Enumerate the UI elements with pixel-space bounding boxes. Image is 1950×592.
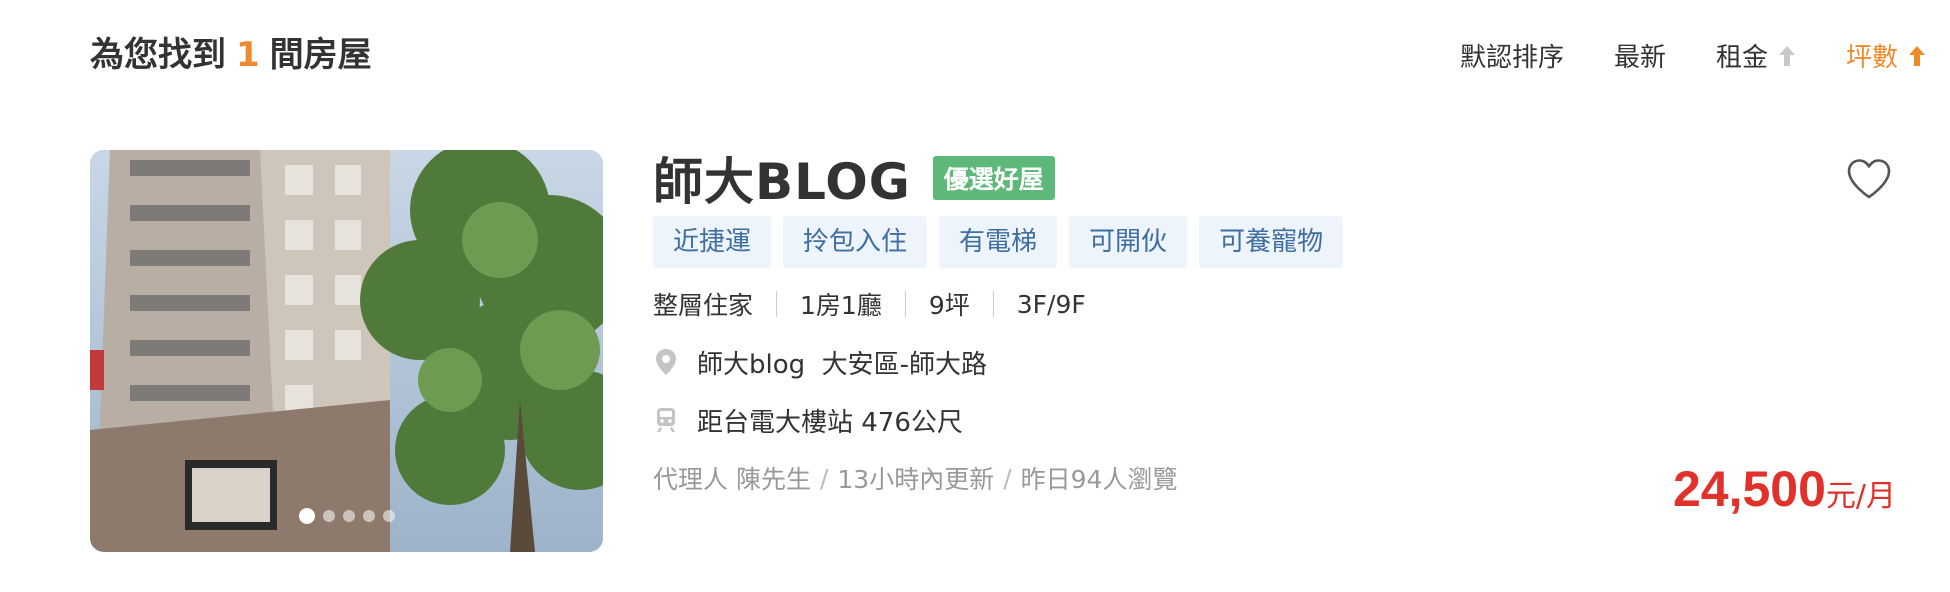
sort-area[interactable]: 坪數 [1846,37,1926,74]
sort-rent-label: 租金 [1715,42,1768,73]
sort-bar: 默認排序 最新 租金 坪數 [1460,30,1926,80]
location-text: 師大blog 大安區-師大路 [697,349,988,380]
listing-title[interactable]: 師大BLOG [653,142,911,214]
results-header: 為您找到 1 間房屋 默認排序 最新 租金 坪數 [90,30,1926,80]
price-value: 24,500 [1672,461,1826,517]
photo-dot[interactable] [342,510,355,522]
sort-area-label: 坪數 [1845,42,1898,73]
photo-dot[interactable] [362,510,375,522]
result-prefix: 為您找到 [90,35,226,75]
price-unit: 元/月 [1825,479,1896,514]
location-pin-icon [653,347,679,377]
views-text: 昨日94人瀏覽 [1020,465,1178,494]
arrow-up-icon [1778,44,1796,66]
photo-dot[interactable] [298,508,315,524]
photo-dot[interactable] [382,510,395,522]
listing-specs: 整層住家 1房1廳 9坪 3F/9F [653,286,1853,322]
result-count: 1 [236,35,260,75]
agent-text: 代理人 陳先生 [653,465,811,494]
meta-divider: / [1003,463,1012,493]
feature-tag: 近捷運 [653,216,772,268]
sort-newest[interactable]: 最新 [1614,37,1666,74]
photo-pagination [90,508,603,524]
spec-floor: 3F/9F [1016,289,1086,319]
sort-default[interactable]: 默認排序 [1460,37,1564,74]
listing-info: 師大BLOG 優選好屋 近捷運 拎包入住 有電梯 可開伙 可養寵物 整層住家 1… [653,150,1853,496]
spec-type: 整層住家 [653,291,754,320]
arrow-up-icon [1908,44,1926,66]
train-icon [653,405,679,435]
listing-location: 師大blog 大安區-師大路 [653,344,1853,380]
spec-area: 9坪 [928,291,970,320]
meta-divider: / [819,463,829,493]
feature-tags: 近捷運 拎包入住 有電梯 可開伙 可養寵物 [653,216,1853,268]
listing-price: 24,500元/月 [1673,460,1896,518]
transit-text: 距台電大樓站 476公尺 [697,407,963,438]
listing-transit: 距台電大樓站 476公尺 [653,402,1853,438]
feature-tag: 有電梯 [939,216,1058,268]
feature-tag: 可養寵物 [1199,216,1344,268]
sort-newest-label: 最新 [1613,42,1666,73]
result-suffix: 間房屋 [269,35,372,75]
heart-outline-icon[interactable] [1846,158,1892,200]
update-text: 13小時內更新 [837,465,995,494]
result-count-title: 為您找到 1 間房屋 [90,30,372,80]
sort-default-label: 默認排序 [1459,42,1564,73]
spec-divider [992,291,994,317]
sort-rent[interactable]: 租金 [1716,37,1796,74]
feature-tag: 可開伙 [1069,216,1188,268]
spec-layout: 1房1廳 [800,291,882,320]
photo-dot[interactable] [322,510,335,522]
feature-tag: 拎包入住 [783,216,928,268]
spec-divider [904,291,906,317]
spec-divider [776,291,778,317]
listing-photo[interactable] [90,150,603,552]
featured-badge: 優選好屋 [932,156,1055,200]
listing-title-row: 師大BLOG 優選好屋 [653,150,1853,211]
listing-card[interactable]: 師大BLOG 優選好屋 近捷運 拎包入住 有電梯 可開伙 可養寵物 整層住家 1… [90,150,1910,552]
